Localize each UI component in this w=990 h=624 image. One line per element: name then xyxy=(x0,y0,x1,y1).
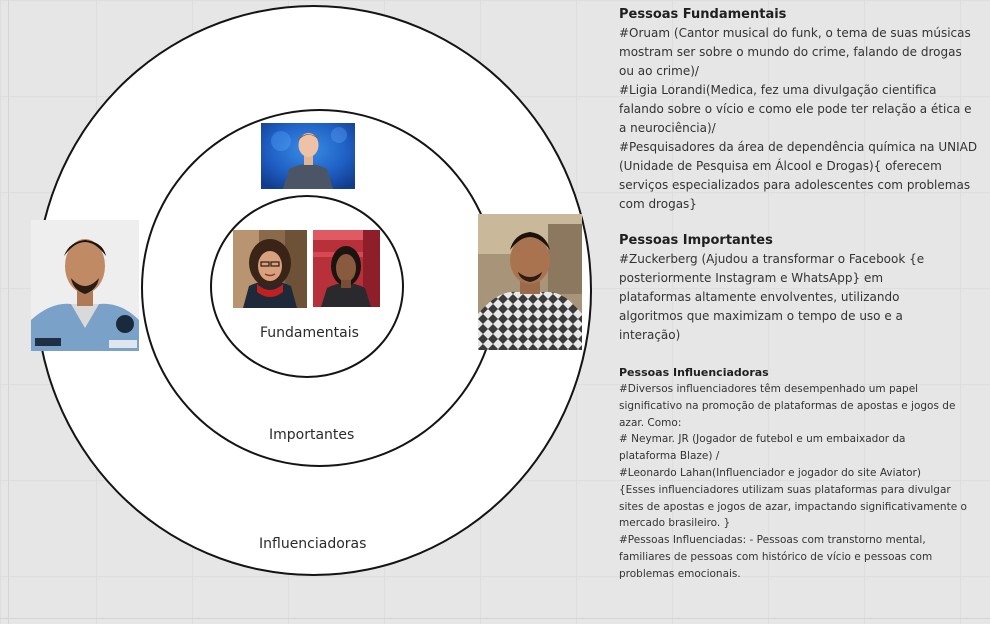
photo-leonardo-lahan[interactable] xyxy=(478,214,582,350)
heading-pessoas-importantes: Pessoas Importantes xyxy=(619,233,773,248)
label-fundamentais: Fundamentais xyxy=(260,325,359,341)
photo-neymar-jr[interactable] xyxy=(31,220,139,351)
section-influenciadoras: Pessoas Influenciadoras #Diversos influe… xyxy=(619,365,989,583)
label-importantes: Importantes xyxy=(269,427,355,443)
notes-panel[interactable]: Pessoas Fundamentais #Oruam (Cantor musi… xyxy=(619,6,989,583)
photo-zuckerberg[interactable] xyxy=(261,123,355,189)
heading-pessoas-fundamentais: Pessoas Fundamentais xyxy=(619,7,787,22)
section-importantes: Pessoas Importantes #Zuckerberg (Ajudou … xyxy=(619,232,989,345)
section-fundamentais: Pessoas Fundamentais #Oruam (Cantor musi… xyxy=(619,6,989,214)
text-pessoas-fundamentais: #Oruam (Cantor musical do funk, o tema d… xyxy=(619,26,978,211)
canvas-bottom-edge xyxy=(0,618,990,619)
text-pessoas-importantes: #Zuckerberg (Ajudou a transformar o Face… xyxy=(619,252,925,342)
photo-pesquisadora[interactable] xyxy=(313,230,380,307)
label-influenciadoras: Influenciadoras xyxy=(259,536,367,552)
canvas-left-edge xyxy=(8,0,9,624)
photo-ligia-lorandi[interactable] xyxy=(233,230,307,308)
heading-pessoas-influenciadoras: Pessoas Influenciadoras xyxy=(619,366,769,379)
text-pessoas-influenciadoras: #Diversos influenciadores têm desempenha… xyxy=(619,383,967,580)
